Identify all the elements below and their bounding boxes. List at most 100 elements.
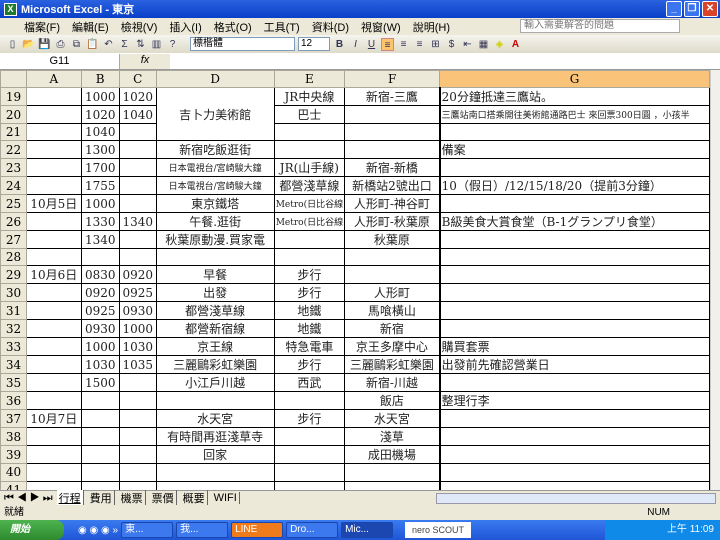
row-header[interactable]: 29 (0, 265, 28, 285)
cell-G23[interactable] (438, 158, 710, 178)
fx-icon[interactable]: fx (120, 53, 170, 69)
cell-C21[interactable] (118, 122, 157, 142)
cell-F21[interactable] (344, 122, 441, 142)
row-header[interactable]: 24 (0, 176, 28, 196)
cell-G38[interactable] (438, 427, 710, 447)
cell-G31[interactable] (438, 301, 710, 321)
cell-A29[interactable]: 10月6日 (26, 265, 82, 285)
cell-A21[interactable] (26, 122, 82, 142)
cell-G22[interactable]: 備案 (438, 140, 710, 160)
cell-F20[interactable] (344, 105, 441, 124)
cell-G39[interactable] (438, 445, 710, 465)
menu-item[interactable]: 視窗(W) (361, 19, 401, 35)
row-header[interactable]: 35 (0, 373, 28, 393)
cell-F32[interactable]: 新宿 (344, 319, 441, 339)
cell-E22[interactable] (273, 140, 346, 160)
cell-D31[interactable]: 都營淺草線 (155, 301, 275, 321)
taskbar-task[interactable]: 我... (176, 522, 229, 538)
cell-E36[interactable] (273, 391, 346, 411)
cell-C39[interactable] (118, 445, 157, 465)
cell-F24[interactable]: 新橋站2號出口 (344, 176, 441, 196)
column-header-G[interactable]: G (439, 70, 710, 88)
cell-B33[interactable]: 1000 (80, 337, 120, 357)
cell-D33[interactable]: 京王線 (155, 337, 275, 357)
cell-C24[interactable] (118, 176, 157, 196)
cell-C29[interactable]: 0920 (118, 265, 157, 285)
cell-F28[interactable] (344, 248, 441, 267)
cell-D26[interactable]: 午餐.逛街 (155, 212, 275, 232)
cell-E37[interactable]: 步行 (273, 409, 346, 429)
menu-item[interactable]: 說明(H) (413, 19, 450, 35)
cell-C19[interactable]: 1020 (118, 87, 157, 106)
cell-G21[interactable] (438, 122, 710, 142)
cell-A38[interactable] (26, 427, 82, 447)
cell-C28[interactable] (118, 248, 157, 267)
sheet-tab[interactable]: 概要 (181, 490, 208, 506)
print-icon[interactable]: ⎙ (54, 38, 67, 51)
cell-A20[interactable] (26, 105, 82, 124)
cell-B36[interactable] (80, 391, 120, 411)
cell-B27[interactable]: 1340 (80, 230, 120, 250)
underline-button[interactable]: U (365, 38, 378, 51)
cell-D35[interactable]: 小江戶川越 (155, 373, 275, 393)
cell-B38[interactable] (80, 427, 120, 447)
cell-B35[interactable]: 1500 (80, 373, 120, 393)
select-all-corner[interactable] (0, 70, 28, 88)
cell-G34[interactable]: 出發前先確認營業日 (438, 355, 710, 375)
cell-B31[interactable]: 0925 (80, 301, 120, 321)
undo-icon[interactable]: ↶ (102, 38, 115, 51)
cell-D30[interactable]: 出發 (155, 283, 275, 303)
cell-F31[interactable]: 馬喰橫山 (344, 301, 441, 321)
cell-E32[interactable]: 地鐵 (273, 319, 346, 339)
align-center-icon[interactable]: ≡ (397, 38, 410, 51)
row-header[interactable]: 25 (0, 194, 28, 214)
row-header[interactable]: 40 (0, 463, 28, 482)
cell-D23[interactable]: 日本電視台/宮崎駿大鐘 (155, 158, 275, 178)
column-header-A[interactable]: A (26, 70, 82, 88)
cell-F38[interactable]: 淺草 (344, 427, 441, 447)
sheet-tab[interactable]: 票價 (150, 490, 177, 506)
row-header[interactable]: 32 (0, 319, 28, 339)
taskbar-task[interactable]: Dro... (286, 522, 339, 538)
cell-A36[interactable] (26, 391, 82, 411)
row-header[interactable]: 36 (0, 391, 28, 411)
cell-G26[interactable]: B級美食大賞食堂（B-1グランプリ食堂） (438, 212, 710, 232)
bold-button[interactable]: B (333, 38, 346, 51)
fill-color-icon[interactable]: ◈ (493, 38, 506, 51)
cell-G32[interactable] (438, 319, 710, 339)
cell-G27[interactable] (438, 230, 710, 250)
cell-E29[interactable]: 步行 (273, 265, 346, 285)
cell-C25[interactable] (118, 194, 157, 214)
cell-B23[interactable]: 1700 (80, 158, 120, 178)
row-header[interactable]: 37 (0, 409, 28, 429)
align-left-icon[interactable]: ≡ (381, 37, 394, 51)
row-header[interactable]: 33 (0, 337, 28, 357)
cell-A30[interactable] (26, 283, 82, 303)
cell-G30[interactable] (438, 283, 710, 303)
cell-D39[interactable]: 回家 (155, 445, 275, 465)
nero-scout[interactable]: nero SCOUT (405, 522, 471, 538)
cell-A19[interactable] (26, 87, 82, 106)
taskbar-task[interactable]: LINE (231, 522, 284, 538)
taskbar-task[interactable]: Mic... (341, 522, 394, 538)
row-header[interactable]: 27 (0, 230, 28, 250)
cell-B25[interactable]: 1000 (80, 194, 120, 214)
cell-D36[interactable] (155, 391, 275, 411)
autosum-button[interactable]: Σ (118, 38, 131, 51)
row-header[interactable]: 39 (0, 445, 28, 465)
sheet-tab[interactable]: 機票 (119, 490, 146, 506)
cell-D34[interactable]: 三麗鷗彩虹樂園 (155, 355, 275, 375)
tab-nav-arrows-icon[interactable]: ⏮ ◀ ▶ ⏭ (4, 492, 53, 505)
cell-E40[interactable] (273, 463, 346, 482)
cell-B22[interactable]: 1300 (80, 140, 120, 160)
quick-launch-icons[interactable]: ◉ ◉ ◉ » (78, 525, 118, 536)
cell-G24[interactable]: 10（假日）/12/15/18/20（提前3分鐘） (438, 176, 710, 196)
cell-A24[interactable] (26, 176, 82, 196)
cell-B37[interactable] (80, 409, 120, 429)
merge-icon[interactable]: ⊞ (429, 38, 442, 51)
cell-E38[interactable] (273, 427, 346, 447)
cell-F23[interactable]: 新宿-新橋 (344, 158, 441, 178)
column-header-E[interactable]: E (273, 70, 346, 88)
borders-icon[interactable]: ▦ (477, 38, 490, 51)
cell-F37[interactable]: 水天宮 (344, 409, 441, 429)
